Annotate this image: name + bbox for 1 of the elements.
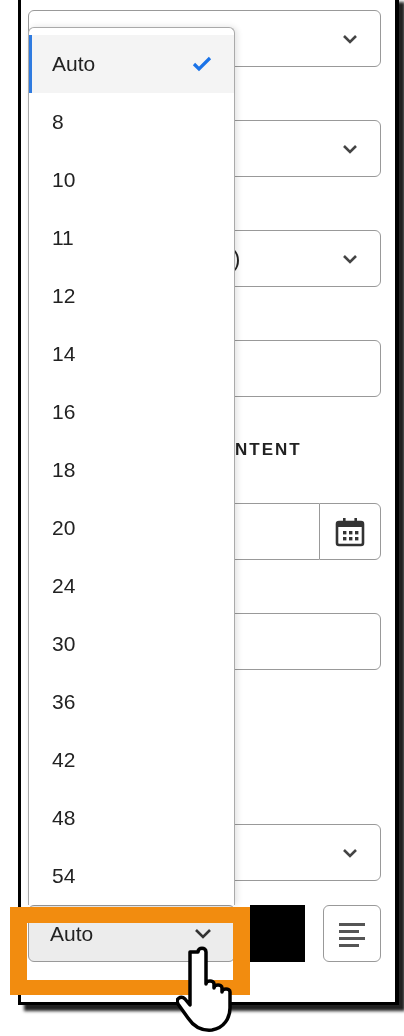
field-label: NTENT: [235, 440, 302, 460]
